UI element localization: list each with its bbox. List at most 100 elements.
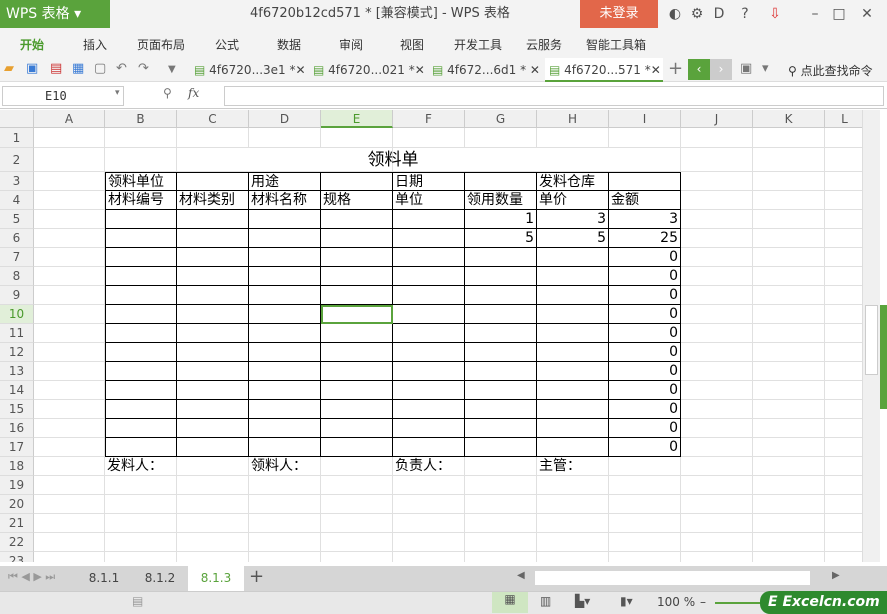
cell-J10[interactable] (681, 305, 753, 324)
cell-I21[interactable] (609, 514, 681, 533)
cell-H10[interactable] (537, 305, 609, 324)
cell-F15[interactable] (393, 400, 465, 419)
cell-J18[interactable] (681, 457, 753, 476)
cell-E4[interactable]: 规格 (321, 191, 393, 210)
cell-E12[interactable] (321, 343, 393, 362)
menu-developer[interactable]: 开发工具 (454, 36, 502, 53)
cell-F21[interactable] (393, 514, 465, 533)
cell-E10[interactable] (321, 305, 393, 324)
cell-L18[interactable] (825, 457, 862, 476)
cell-J23[interactable] (681, 552, 753, 562)
cell-D13[interactable] (249, 362, 321, 381)
doc-tab-active[interactable]: ▤ 4f6720...571 *✕ (545, 58, 663, 82)
column-header-A[interactable]: A (34, 110, 105, 128)
cell-B13[interactable] (105, 362, 177, 381)
row-header-13[interactable]: 13 (0, 362, 34, 381)
cell-A21[interactable] (34, 514, 105, 533)
fx-button[interactable]: fx (188, 86, 199, 100)
cell-I12[interactable]: 0 (609, 343, 681, 362)
cell-A4[interactable] (34, 191, 105, 210)
freeze-icon[interactable]: ▙▾ (575, 594, 590, 608)
row-header-14[interactable]: 14 (0, 381, 34, 400)
cell-D17[interactable] (249, 438, 321, 457)
menu-page-layout[interactable]: 页面布局 (137, 36, 185, 53)
cell-C23[interactable] (177, 552, 249, 562)
cell-C19[interactable] (177, 476, 249, 495)
pin-icon[interactable]: ▾ (762, 61, 769, 76)
cell-G15[interactable] (465, 400, 537, 419)
normal-view-icon[interactable]: ▦ (492, 592, 528, 613)
cell-L23[interactable] (825, 552, 862, 562)
cell-L14[interactable] (825, 381, 862, 400)
cell-L4[interactable] (825, 191, 862, 210)
column-header-J[interactable]: J (681, 110, 753, 128)
cell-J17[interactable] (681, 438, 753, 457)
spreadsheet-grid[interactable]: A B C D E F G H I J K L 1 2 3 4 5 6 7 8 9 10 11 12 13 14 15 16 17 18 1… (0, 110, 862, 562)
doc-tab[interactable]: ▤ 4f672...6d1 * ✕ (428, 58, 540, 82)
cell-G1[interactable] (465, 128, 537, 148)
cell-J2[interactable] (681, 148, 753, 172)
cell-J15[interactable] (681, 400, 753, 419)
cell-I1[interactable] (609, 128, 681, 148)
cell-A5[interactable] (34, 210, 105, 229)
cell-D8[interactable] (249, 267, 321, 286)
cell-J14[interactable] (681, 381, 753, 400)
cell-F18[interactable]: 负责人： (393, 457, 465, 476)
cell-E14[interactable] (321, 381, 393, 400)
cell-K17[interactable] (753, 438, 825, 457)
row-header-4[interactable]: 4 (0, 191, 34, 210)
sheet-nav-icons[interactable]: ⏮ ◀ ▶ ⏭ (8, 570, 55, 584)
cell-F17[interactable] (393, 438, 465, 457)
cell-A19[interactable] (34, 476, 105, 495)
cell-K9[interactable] (753, 286, 825, 305)
doc-tab[interactable]: ▤ 4f6720...021 *✕ (309, 58, 425, 82)
cell-B11[interactable] (105, 324, 177, 343)
row-header-18[interactable]: 18 (0, 457, 34, 476)
cell-G21[interactable] (465, 514, 537, 533)
cell-I16[interactable]: 0 (609, 419, 681, 438)
cell-F10[interactable] (393, 305, 465, 324)
cell-I3[interactable] (609, 172, 681, 191)
cell-L6[interactable] (825, 229, 862, 248)
cell-I4[interactable]: 金额 (609, 191, 681, 210)
cell-D4[interactable]: 材料名称 (249, 191, 321, 210)
cell-D5[interactable] (249, 210, 321, 229)
cell-A20[interactable] (34, 495, 105, 514)
cell-B9[interactable] (105, 286, 177, 305)
cell-D3[interactable]: 用途 (249, 172, 321, 191)
cell-K11[interactable] (753, 324, 825, 343)
cell-K13[interactable] (753, 362, 825, 381)
cell-J4[interactable] (681, 191, 753, 210)
cell-A7[interactable] (34, 248, 105, 267)
undo-icon[interactable]: ↶ (116, 61, 127, 76)
cell-E3[interactable] (321, 172, 393, 191)
cell-H7[interactable] (537, 248, 609, 267)
cell-I14[interactable]: 0 (609, 381, 681, 400)
cell-H4[interactable]: 单价 (537, 191, 609, 210)
cell-B3[interactable]: 领料单位 (105, 172, 177, 191)
cell-F8[interactable] (393, 267, 465, 286)
cell-I8[interactable]: 0 (609, 267, 681, 286)
new-tab-icon[interactable]: + (668, 58, 683, 79)
cell-K20[interactable] (753, 495, 825, 514)
cell-I10[interactable]: 0 (609, 305, 681, 324)
formula-input[interactable] (224, 86, 884, 106)
cell-K12[interactable] (753, 343, 825, 362)
cell-D11[interactable] (249, 324, 321, 343)
cell-E6[interactable] (321, 229, 393, 248)
cell-G23[interactable] (465, 552, 537, 562)
cell-I20[interactable] (609, 495, 681, 514)
redo-icon[interactable]: ↷ (138, 61, 149, 76)
cell-C18[interactable] (177, 457, 249, 476)
cell-H3[interactable]: 发料仓库 (537, 172, 609, 191)
cell-F13[interactable] (393, 362, 465, 381)
cell-I9[interactable]: 0 (609, 286, 681, 305)
row-header-1[interactable]: 1 (0, 128, 34, 148)
cell-B19[interactable] (105, 476, 177, 495)
cell-F23[interactable] (393, 552, 465, 562)
cell-D18[interactable]: 领料人： (249, 457, 321, 476)
cell-H15[interactable] (537, 400, 609, 419)
cell-L21[interactable] (825, 514, 862, 533)
cell-I11[interactable]: 0 (609, 324, 681, 343)
cell-L9[interactable] (825, 286, 862, 305)
